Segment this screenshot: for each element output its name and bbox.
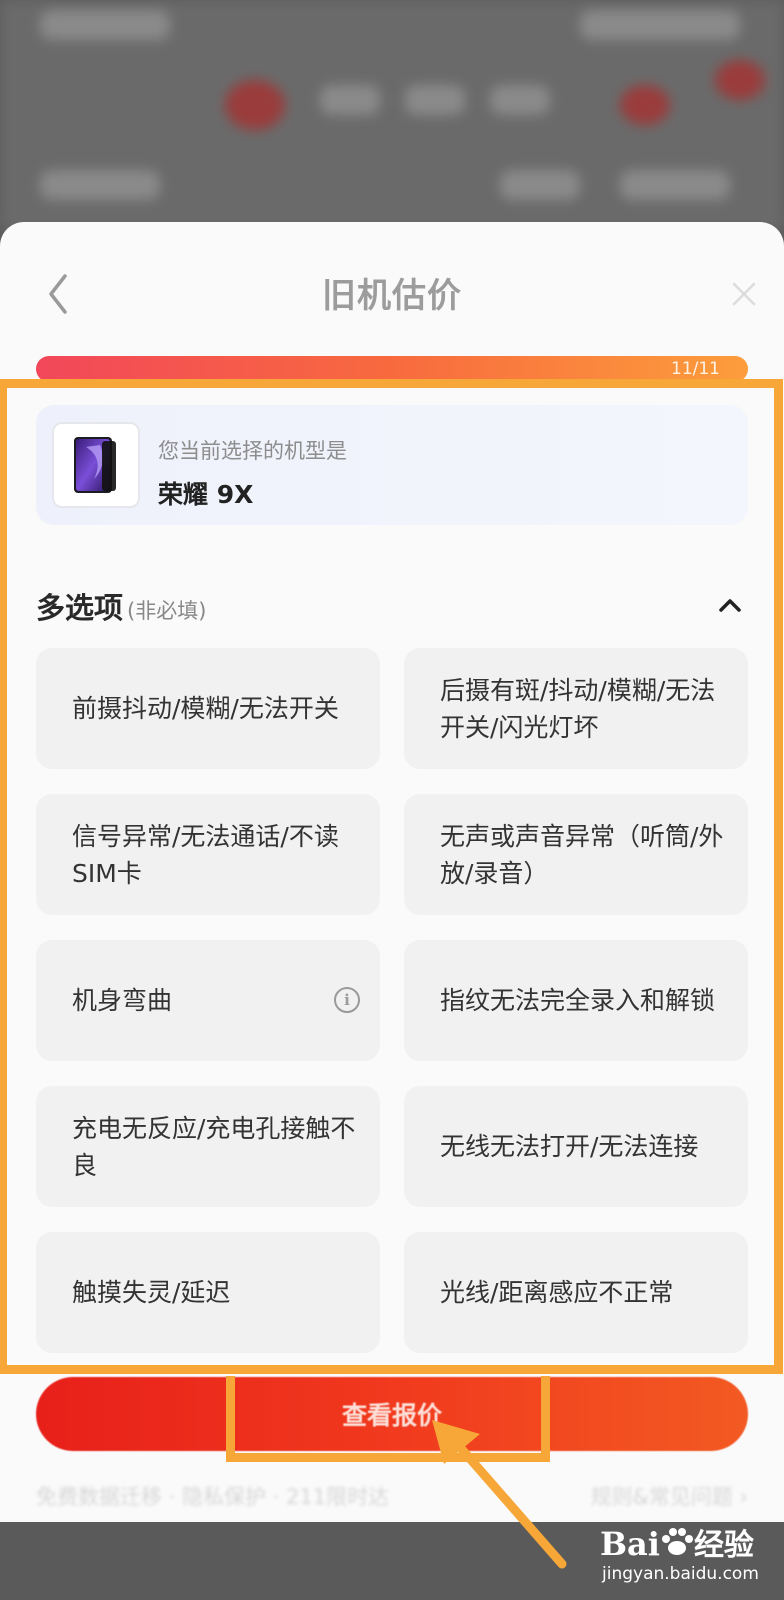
option-label: 光线/距离感应不正常 xyxy=(440,1278,674,1307)
selected-model-card: 您当前选择的机型是 荣耀 9X xyxy=(36,405,748,525)
progress-bar: 11/11 xyxy=(36,356,748,382)
close-icon xyxy=(732,282,756,306)
option-label: 无线无法打开/无法连接 xyxy=(440,1132,699,1161)
watermark-brand: Bai 经验 xyxy=(600,1520,754,1564)
background-red-mark xyxy=(225,80,285,130)
model-label: 您当前选择的机型是 xyxy=(158,439,347,463)
background-red-mark xyxy=(715,60,765,100)
phone-icon xyxy=(74,437,116,493)
progress-counter: 11/11 xyxy=(671,359,720,379)
option-label: 无声或声音异常（听筒/外放/录音） xyxy=(440,821,724,888)
background-text xyxy=(490,85,550,115)
page-title: 旧机估价 xyxy=(322,276,462,316)
option-touch[interactable]: 触摸失灵/延迟 xyxy=(36,1232,380,1353)
footer-services: 免费数据迁移 · 隐私保护 · 211限时达 xyxy=(36,1485,390,1509)
info-icon[interactable]: i xyxy=(334,987,360,1013)
paw-icon xyxy=(661,1528,693,1555)
background-text xyxy=(40,170,160,200)
option-label: 触摸失灵/延迟 xyxy=(72,1278,231,1307)
option-front-camera[interactable]: 前摄抖动/模糊/无法开关 xyxy=(36,648,380,769)
background-status xyxy=(40,10,170,40)
section-subtitle: (非必填) xyxy=(127,599,207,623)
background-text xyxy=(620,170,730,200)
option-charging[interactable]: 充电无反应/充电孔接触不良 xyxy=(36,1086,380,1207)
background-text xyxy=(500,170,580,200)
option-body-bent[interactable]: 机身弯曲 i xyxy=(36,940,380,1061)
background-red-mark xyxy=(620,85,670,125)
sheet-header: 旧机估价 xyxy=(0,258,784,328)
baidu-jingyan-watermark: Bai 经验 jingyan.baidu.com xyxy=(600,1520,780,1592)
option-wireless[interactable]: 无线无法打开/无法连接 xyxy=(404,1086,748,1207)
option-fingerprint[interactable]: 指纹无法完全录入和解锁 xyxy=(404,940,748,1061)
background-text xyxy=(320,85,380,115)
rules-faq-link[interactable]: 规则&常见问题 › xyxy=(591,1481,748,1511)
model-name: 荣耀 9X xyxy=(158,480,254,509)
collapse-button[interactable] xyxy=(712,587,748,623)
option-label: 机身弯曲 xyxy=(72,986,173,1015)
option-light-sensor[interactable]: 光线/距离感应不正常 xyxy=(404,1232,748,1353)
option-sound[interactable]: 无声或声音异常（听筒/外放/录音） xyxy=(404,794,748,915)
watermark-url: jingyan.baidu.com xyxy=(602,1564,759,1584)
close-button[interactable] xyxy=(726,276,762,312)
progress-fill xyxy=(36,356,748,382)
option-label: 信号异常/无法通话/不读SIM卡 xyxy=(72,821,339,888)
watermark-brand-text: Bai xyxy=(600,1525,660,1563)
footer-bar: 免费数据迁移 · 隐私保护 · 211限时达 规则&常见问题 › xyxy=(36,1475,748,1515)
phone-image xyxy=(52,422,140,508)
option-signal[interactable]: 信号异常/无法通话/不读SIM卡 xyxy=(36,794,380,915)
option-label: 前摄抖动/模糊/无法开关 xyxy=(72,694,339,723)
chevron-up-icon xyxy=(719,599,741,612)
option-rear-camera[interactable]: 后摄有斑/抖动/模糊/无法开关/闪光灯坏 xyxy=(404,648,748,769)
background-app xyxy=(0,0,784,230)
option-label: 指纹无法完全录入和解锁 xyxy=(440,986,716,1015)
background-text xyxy=(405,85,465,115)
watermark-suffix: 经验 xyxy=(693,1528,754,1563)
option-label: 充电无反应/充电孔接触不良 xyxy=(72,1113,356,1180)
section-title: 多选项 xyxy=(36,591,124,625)
multi-select-section-header: 多选项 (非必填) xyxy=(36,585,748,625)
view-quote-button[interactable]: 查看报价 xyxy=(36,1377,748,1451)
background-status-right xyxy=(580,10,740,40)
option-label: 后摄有斑/抖动/模糊/无法开关/闪光灯坏 xyxy=(440,675,716,742)
